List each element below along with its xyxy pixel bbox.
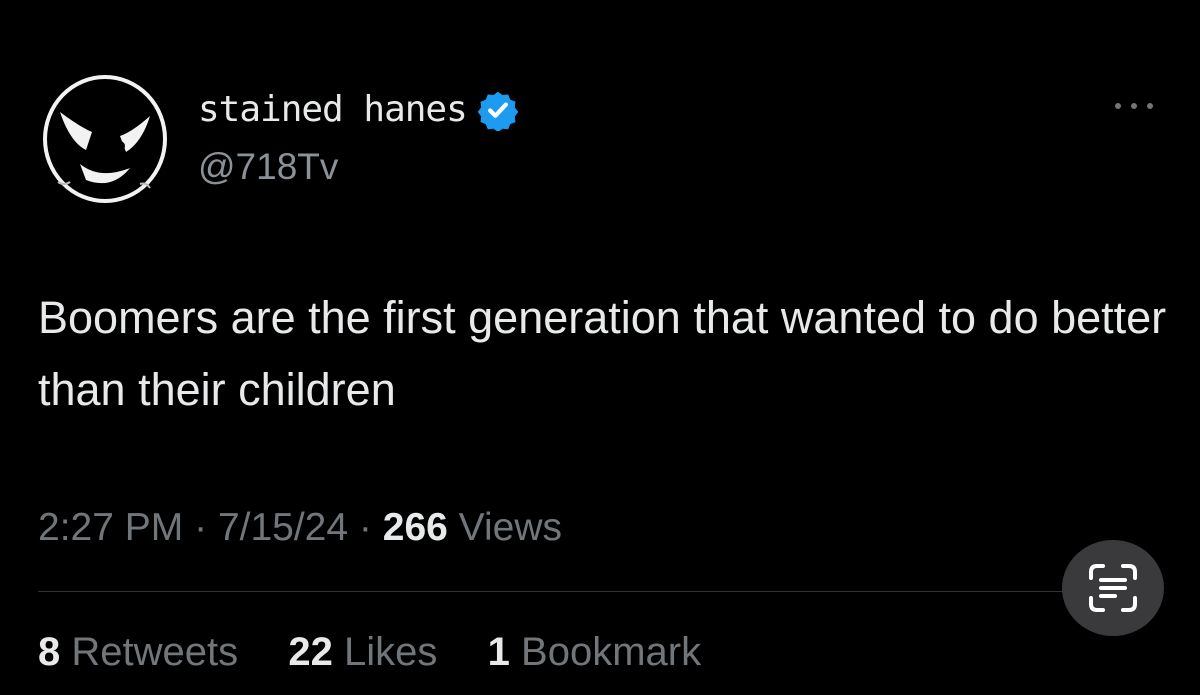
avatar[interactable] bbox=[40, 72, 170, 206]
meta-separator: · bbox=[358, 506, 372, 549]
views-count: 266 bbox=[382, 506, 448, 549]
tweet-stats: 8 Retweets 22 Likes 1 Bookmark bbox=[38, 624, 701, 680]
likes-count: 22 bbox=[288, 630, 333, 674]
retweets-stat[interactable]: 8 Retweets bbox=[38, 630, 249, 674]
retweets-count: 8 bbox=[38, 630, 61, 674]
tweet-date[interactable]: 7/15/24 bbox=[218, 506, 348, 549]
tweet-text: Boomers are the first generation that wa… bbox=[38, 292, 1167, 415]
tweet-time[interactable]: 2:27 PM bbox=[38, 506, 183, 549]
live-text-scan-icon bbox=[1089, 564, 1137, 612]
likes-stat[interactable]: 22 Likes bbox=[288, 630, 448, 674]
display-name[interactable]: stained hanes bbox=[198, 86, 468, 134]
bookmarks-stat[interactable]: 1 Bookmark bbox=[488, 630, 701, 674]
live-text-button[interactable] bbox=[1062, 540, 1164, 636]
more-horizontal-icon[interactable] bbox=[1112, 96, 1156, 116]
bookmarks-label: Bookmark bbox=[521, 630, 702, 674]
verified-badge-icon bbox=[477, 91, 519, 131]
divider bbox=[38, 591, 1070, 592]
meta-separator: · bbox=[194, 506, 208, 549]
avatar-mask-icon bbox=[43, 75, 167, 203]
views-label: Views bbox=[458, 506, 562, 549]
bookmarks-count: 1 bbox=[487, 630, 510, 674]
retweets-label: Retweets bbox=[71, 630, 239, 674]
author-name-row[interactable]: stained hanes bbox=[198, 86, 519, 134]
author-handle[interactable]: @718Tv bbox=[198, 143, 338, 191]
likes-label: Likes bbox=[344, 630, 438, 674]
tweet-meta: 2:27 PM · 7/15/24 · 266 Views bbox=[38, 500, 562, 556]
